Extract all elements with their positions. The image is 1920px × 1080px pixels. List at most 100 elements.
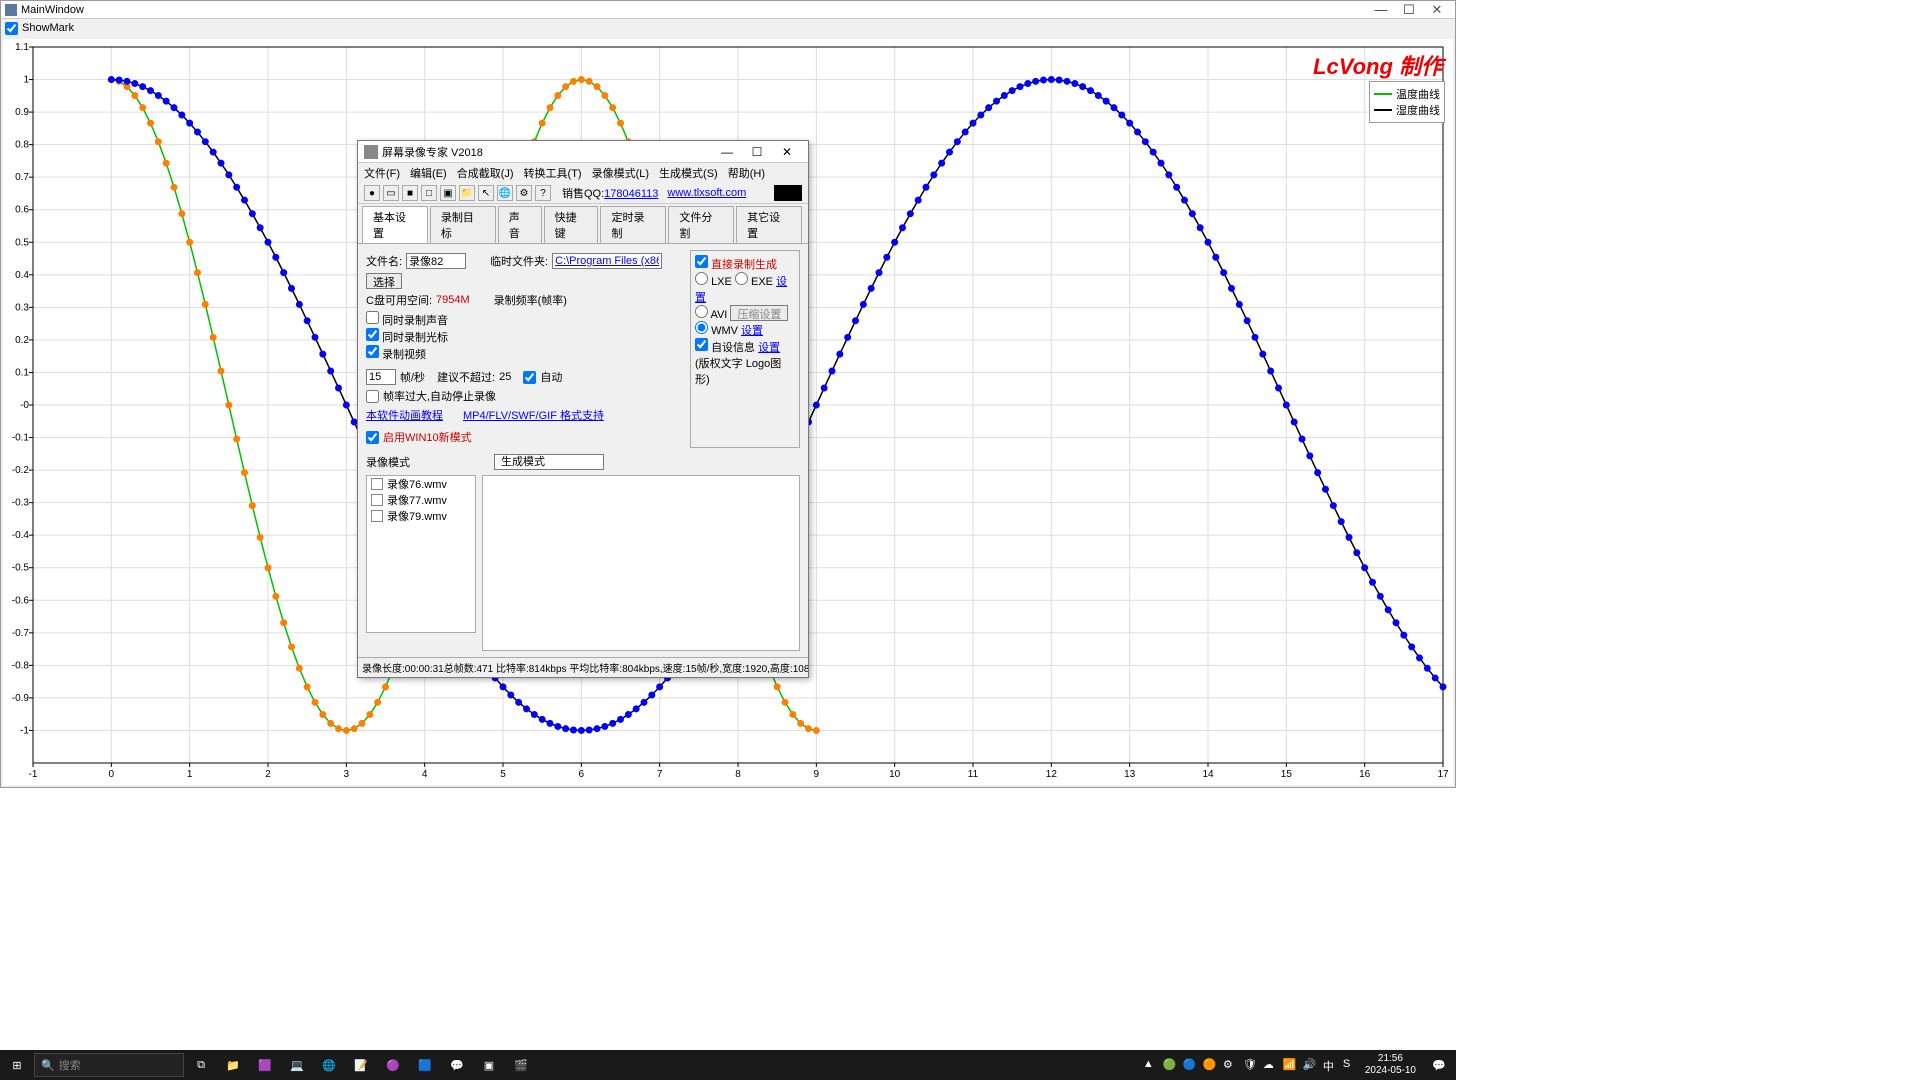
cb-sound[interactable] <box>366 311 379 324</box>
tray-icon[interactable]: 🛡 <box>1243 1058 1257 1072</box>
tab-split[interactable]: 文件分割 <box>668 206 734 243</box>
cb-sound-label: 同时录制声音 <box>382 315 448 327</box>
format-support-link[interactable]: MP4/FLV/SWF/GIF 格式支持 <box>463 407 604 423</box>
notification-icon[interactable]: 💬 <box>1424 1051 1454 1079</box>
cursor-icon[interactable]: ↖ <box>478 185 494 201</box>
tray-icon[interactable]: 🔊 <box>1303 1058 1317 1072</box>
taskbar-app-3[interactable]: 💻 <box>282 1051 312 1079</box>
cb-video[interactable] <box>366 345 379 358</box>
globe-icon[interactable]: 🌐 <box>497 185 513 201</box>
watermark-text: LcVong 制作 <box>1313 49 1443 81</box>
tray-icon[interactable]: 🟠 <box>1203 1058 1217 1072</box>
menu-edit[interactable]: 编辑(E) <box>410 165 447 181</box>
settings-link-3[interactable]: 设置 <box>758 342 780 354</box>
taskbar-clock[interactable]: 21:56 2024-05-10 <box>1359 1053 1422 1077</box>
tab-hotkey[interactable]: 快捷键 <box>544 206 599 243</box>
minimize-button[interactable]: — <box>1367 2 1395 17</box>
gen-mode-box[interactable]: 生成模式 <box>494 454 604 470</box>
svg-text:-0.5: -0.5 <box>12 563 30 574</box>
dialog-maximize-button[interactable]: ☐ <box>742 145 772 159</box>
tab-target[interactable]: 录制目标 <box>430 206 496 243</box>
svg-text:0.6: 0.6 <box>15 205 29 216</box>
cb-auto[interactable] <box>523 371 536 384</box>
file-name-input[interactable] <box>406 253 466 269</box>
maximize-button[interactable]: ☐ <box>1395 2 1423 18</box>
taskbar-app-5[interactable]: 📝 <box>346 1051 376 1079</box>
freq-input[interactable] <box>366 369 396 385</box>
menu-convert[interactable]: 转换工具(T) <box>524 165 582 181</box>
legend-swatch-black <box>1374 109 1392 111</box>
taskbar-app-6[interactable]: 🟣 <box>378 1051 408 1079</box>
menu-compose[interactable]: 合成截取(J) <box>457 165 514 181</box>
wmv-label: WMV <box>711 325 738 337</box>
taskbar-search[interactable]: 🔍 搜索 <box>34 1053 184 1077</box>
settings-icon[interactable]: ⚙ <box>516 185 532 201</box>
svg-text:2: 2 <box>265 769 271 780</box>
tray-ime[interactable]: 中 <box>1323 1058 1337 1072</box>
settings-link-2[interactable]: 设置 <box>741 325 763 337</box>
record-stop-icon[interactable]: ■ <box>402 185 418 201</box>
radio-exe[interactable] <box>735 272 748 285</box>
dialog-titlebar[interactable]: 屏幕录像专家 V2018 — ☐ ✕ <box>358 141 808 163</box>
cb-fps-over[interactable] <box>366 390 379 403</box>
sales-qq-link[interactable]: 178046113 <box>604 188 658 200</box>
tray-icon[interactable]: 🔵 <box>1183 1058 1197 1072</box>
browse-button[interactable]: 选择 <box>366 273 402 289</box>
dialog-minimize-button[interactable]: — <box>712 145 742 159</box>
menu-help[interactable]: 帮助(H) <box>728 165 765 181</box>
svg-text:0.4: 0.4 <box>15 270 29 281</box>
start-button[interactable]: ⊞ <box>2 1051 32 1079</box>
file-name-label: 文件名: <box>366 253 402 269</box>
taskbar-app-1[interactable]: 📁 <box>218 1051 248 1079</box>
taskbar-app-9[interactable]: ▣ <box>474 1051 504 1079</box>
website-link[interactable]: www.tlxsoft.com <box>667 187 746 199</box>
tray-sogou[interactable]: S <box>1343 1058 1357 1072</box>
tab-basic[interactable]: 基本设置 <box>362 206 428 243</box>
folder-icon[interactable]: 📁 <box>459 185 475 201</box>
showmark-checkbox[interactable] <box>5 22 18 35</box>
tab-timer[interactable]: 定时录制 <box>600 206 666 243</box>
tab-other[interactable]: 其它设置 <box>736 206 802 243</box>
taskbar-app-2[interactable]: 🟪 <box>250 1051 280 1079</box>
svg-text:13: 13 <box>1124 769 1136 780</box>
help-icon[interactable]: ? <box>535 185 551 201</box>
menu-genmode[interactable]: 生成模式(S) <box>659 165 718 181</box>
fullscreen-icon[interactable]: ▣ <box>440 185 456 201</box>
cb-cursor[interactable] <box>366 328 379 341</box>
temp-folder-input[interactable] <box>552 253 662 269</box>
freq-unit: 帧/秒 <box>400 369 425 385</box>
cb-direct-gen[interactable] <box>695 255 708 268</box>
close-button[interactable]: ✕ <box>1423 2 1451 18</box>
tutorial-link[interactable]: 本软件动画教程 <box>366 407 443 423</box>
dialog-close-button[interactable]: ✕ <box>772 145 802 159</box>
record-pause-icon[interactable]: ▭ <box>383 185 399 201</box>
radio-lxe[interactable] <box>695 272 708 285</box>
file-list[interactable]: 录像76.wmv 录像77.wmv 录像79.wmv <box>366 475 476 633</box>
system-tray[interactable]: ▲ 🟢 🔵 🟠 ⚙ 🛡 ☁ 📶 🔊 中 S <box>1143 1058 1357 1072</box>
radio-wmv[interactable] <box>695 321 708 334</box>
svg-text:0.1: 0.1 <box>15 367 29 378</box>
tray-icon[interactable]: ⚙ <box>1223 1058 1237 1072</box>
radio-avi[interactable] <box>695 305 708 318</box>
legend-swatch-green <box>1374 93 1392 95</box>
tray-icon[interactable]: 📶 <box>1283 1058 1297 1072</box>
cb-self-info[interactable] <box>695 338 708 351</box>
task-view-icon[interactable]: ⧉ <box>186 1051 216 1079</box>
svg-text:14: 14 <box>1202 769 1214 780</box>
cb-win10[interactable] <box>366 431 379 444</box>
tray-icon[interactable]: 🟢 <box>1163 1058 1177 1072</box>
tab-audio[interactable]: 声音 <box>498 206 542 243</box>
record-start-icon[interactable]: ● <box>364 185 380 201</box>
taskbar-app-4[interactable]: 🌐 <box>314 1051 344 1079</box>
preview-thumb <box>774 185 802 201</box>
menu-recmode[interactable]: 录像模式(L) <box>592 165 649 181</box>
tray-icon[interactable]: ▲ <box>1143 1058 1157 1072</box>
tray-icon[interactable]: ☁ <box>1263 1058 1277 1072</box>
svg-text:-0.6: -0.6 <box>12 595 30 606</box>
region-select-icon[interactable]: □ <box>421 185 437 201</box>
taskbar-app-10[interactable]: 🎬 <box>506 1051 536 1079</box>
search-placeholder: 搜索 <box>59 1057 81 1073</box>
menu-file[interactable]: 文件(F) <box>364 165 400 181</box>
taskbar-app-8[interactable]: 💬 <box>442 1051 472 1079</box>
taskbar-app-7[interactable]: 🟦 <box>410 1051 440 1079</box>
